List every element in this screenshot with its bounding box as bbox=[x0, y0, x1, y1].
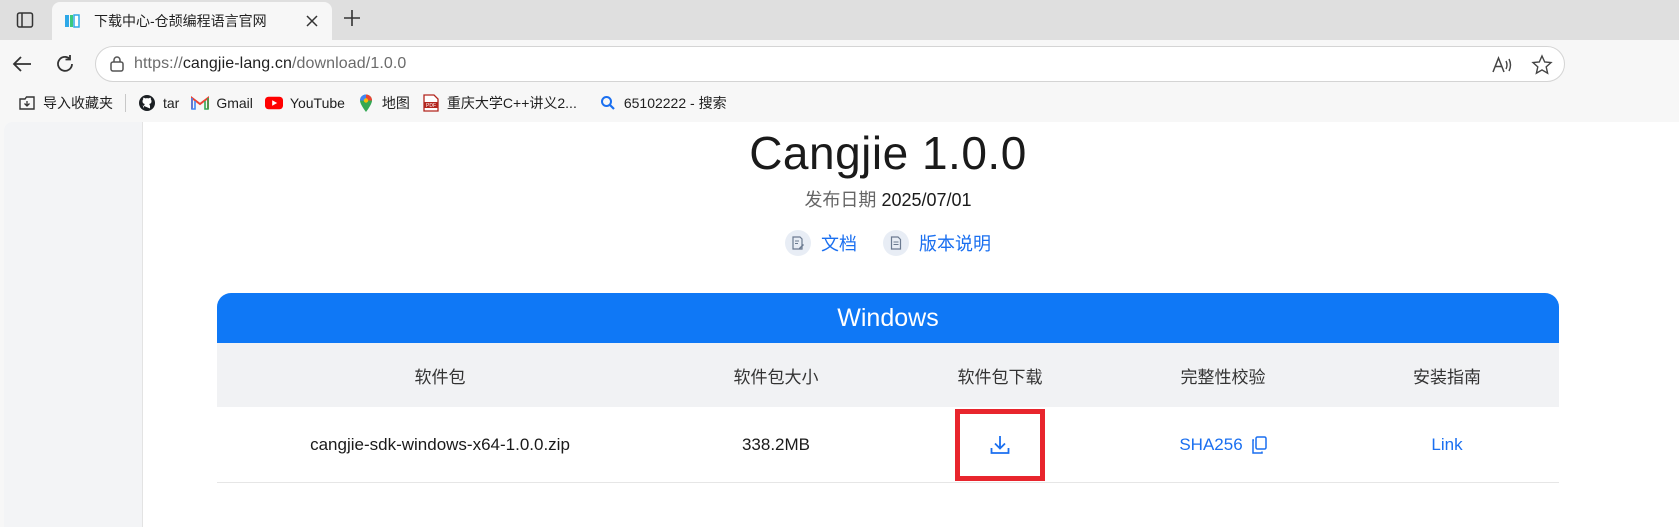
new-tab-button[interactable] bbox=[340, 6, 364, 30]
site-info-button[interactable] bbox=[100, 47, 134, 81]
release-notes-link-label: 版本说明 bbox=[919, 234, 991, 254]
bookmark-import-favorites[interactable]: 导入收藏夹 bbox=[12, 90, 119, 116]
docs-link-label: 文档 bbox=[821, 234, 857, 254]
bookmark-tar[interactable]: tar bbox=[132, 90, 185, 116]
read-aloud-icon bbox=[1492, 55, 1512, 73]
github-icon bbox=[138, 94, 156, 112]
download-button[interactable] bbox=[955, 408, 1045, 481]
side-panel bbox=[4, 122, 143, 527]
url-text: https://cangjie-lang.cn/download/1.0.0 bbox=[134, 55, 406, 73]
tab-close-button[interactable] bbox=[302, 11, 322, 31]
browser-viewport: Cangjie 1.0.0 发布日期 2025/07/01 文档 版本说明 Wi… bbox=[0, 118, 1679, 527]
bookmark-label: 地图 bbox=[381, 95, 410, 111]
header-checksum: 完整性校验 bbox=[1180, 367, 1266, 387]
install-guide-link[interactable]: Link bbox=[1335, 435, 1559, 455]
doc-links: 文档 版本说明 bbox=[688, 230, 1088, 256]
header-size: 软件包大小 bbox=[733, 367, 819, 387]
bookmark-label: tar bbox=[163, 95, 180, 111]
address-bar[interactable]: https://cangjie-lang.cn/download/1.0.0 bbox=[95, 46, 1565, 82]
page-title: Cangjie 1.0.0 bbox=[749, 127, 1027, 179]
refresh-button[interactable] bbox=[53, 52, 77, 76]
checksum-cell: SHA256 bbox=[1111, 435, 1335, 455]
release-date-value: 2025/07/01 bbox=[881, 190, 972, 210]
docs-link[interactable]: 文档 bbox=[785, 230, 857, 256]
pdf-icon: PDF bbox=[422, 94, 440, 112]
download-cell bbox=[889, 408, 1111, 481]
package-size: 338.2MB bbox=[741, 434, 811, 454]
header-install-guide: 安装指南 bbox=[1413, 367, 1481, 387]
active-tab[interactable]: 下载中心-仓颉编程语言官网 bbox=[52, 2, 332, 40]
bookmark-label: 65102222 - 搜索 bbox=[623, 95, 727, 111]
tab-actions-button[interactable] bbox=[0, 0, 50, 40]
web-page: Cangjie 1.0.0 发布日期 2025/07/01 文档 版本说明 Wi… bbox=[4, 122, 1679, 527]
back-button[interactable] bbox=[10, 52, 34, 76]
maps-icon bbox=[357, 94, 375, 112]
close-icon bbox=[306, 15, 318, 27]
bookmark-label: YouTube bbox=[289, 95, 345, 111]
sha256-label: SHA256 bbox=[1179, 434, 1243, 454]
star-icon bbox=[1531, 54, 1553, 75]
bookmarks-divider bbox=[125, 94, 126, 112]
sha256-copy-link[interactable]: SHA256 bbox=[1179, 434, 1267, 455]
document-edit-icon bbox=[785, 230, 811, 256]
header-download: 软件包下载 bbox=[957, 367, 1043, 387]
bookmark-pdf-lecture[interactable]: PDF 重庆大学C++讲义2... bbox=[416, 90, 583, 116]
platform-header: Windows bbox=[217, 293, 1559, 343]
bookmark-label: 导入收藏夹 bbox=[43, 95, 113, 111]
package-name: cangjie-sdk-windows-x64-1.0.0.zip bbox=[310, 434, 570, 454]
bookmark-youtube[interactable]: YouTube bbox=[259, 90, 351, 116]
release-notes-link[interactable]: 版本说明 bbox=[883, 230, 991, 256]
header-package: 软件包 bbox=[414, 367, 466, 387]
url-host: cangjie-lang.cn bbox=[182, 55, 292, 72]
back-arrow-icon bbox=[12, 56, 31, 72]
refresh-icon bbox=[57, 55, 73, 72]
release-date-label: 发布日期 bbox=[804, 190, 877, 210]
gmail-icon bbox=[191, 94, 210, 112]
read-aloud-button[interactable] bbox=[1490, 53, 1514, 77]
import-favorites-icon bbox=[18, 94, 36, 112]
cangjie-favicon bbox=[65, 14, 80, 28]
tab-title: 下载中心-仓颉编程语言官网 bbox=[94, 13, 267, 29]
table-row: cangjie-sdk-windows-x64-1.0.0.zip 338.2M… bbox=[217, 407, 1559, 483]
search-icon bbox=[599, 94, 617, 112]
url-path: /download/1.0.0 bbox=[291, 55, 407, 72]
tab-strip: 下载中心-仓颉编程语言官网 bbox=[0, 0, 1679, 40]
bookmark-gmail[interactable]: Gmail bbox=[185, 90, 259, 116]
browser-toolbar: https://cangjie-lang.cn/download/1.0.0 bbox=[0, 40, 1679, 88]
tab-actions-icon bbox=[16, 12, 34, 28]
bookmark-search[interactable]: 65102222 - 搜索 bbox=[593, 90, 733, 116]
bookmark-maps[interactable]: 地图 bbox=[351, 90, 416, 116]
svg-text:PDF: PDF bbox=[426, 103, 436, 109]
lock-icon bbox=[110, 56, 124, 72]
windows-download-card: Windows 软件包 软件包大小 软件包下载 完整性校验 安装指南 cangj… bbox=[217, 293, 1559, 527]
bookmarks-bar: 导入收藏夹 tar Gmail YouTube 地图 PDF 重庆大学C++讲义… bbox=[0, 88, 1679, 118]
document-icon bbox=[883, 230, 909, 256]
url-scheme: https:// bbox=[134, 55, 183, 72]
bookmark-label: 重庆大学C++讲义2... bbox=[446, 95, 577, 111]
table-header-row: 软件包 软件包大小 软件包下载 完整性校验 安装指南 bbox=[217, 343, 1559, 407]
favorite-button[interactable] bbox=[1530, 53, 1554, 77]
bookmark-label: Gmail bbox=[216, 95, 253, 111]
download-icon bbox=[990, 435, 1010, 454]
youtube-icon bbox=[264, 94, 283, 112]
copy-icon bbox=[1251, 435, 1267, 454]
plus-icon bbox=[344, 10, 360, 26]
release-date-line: 发布日期 2025/07/01 bbox=[688, 186, 1088, 212]
address-bar-actions bbox=[1490, 53, 1554, 77]
